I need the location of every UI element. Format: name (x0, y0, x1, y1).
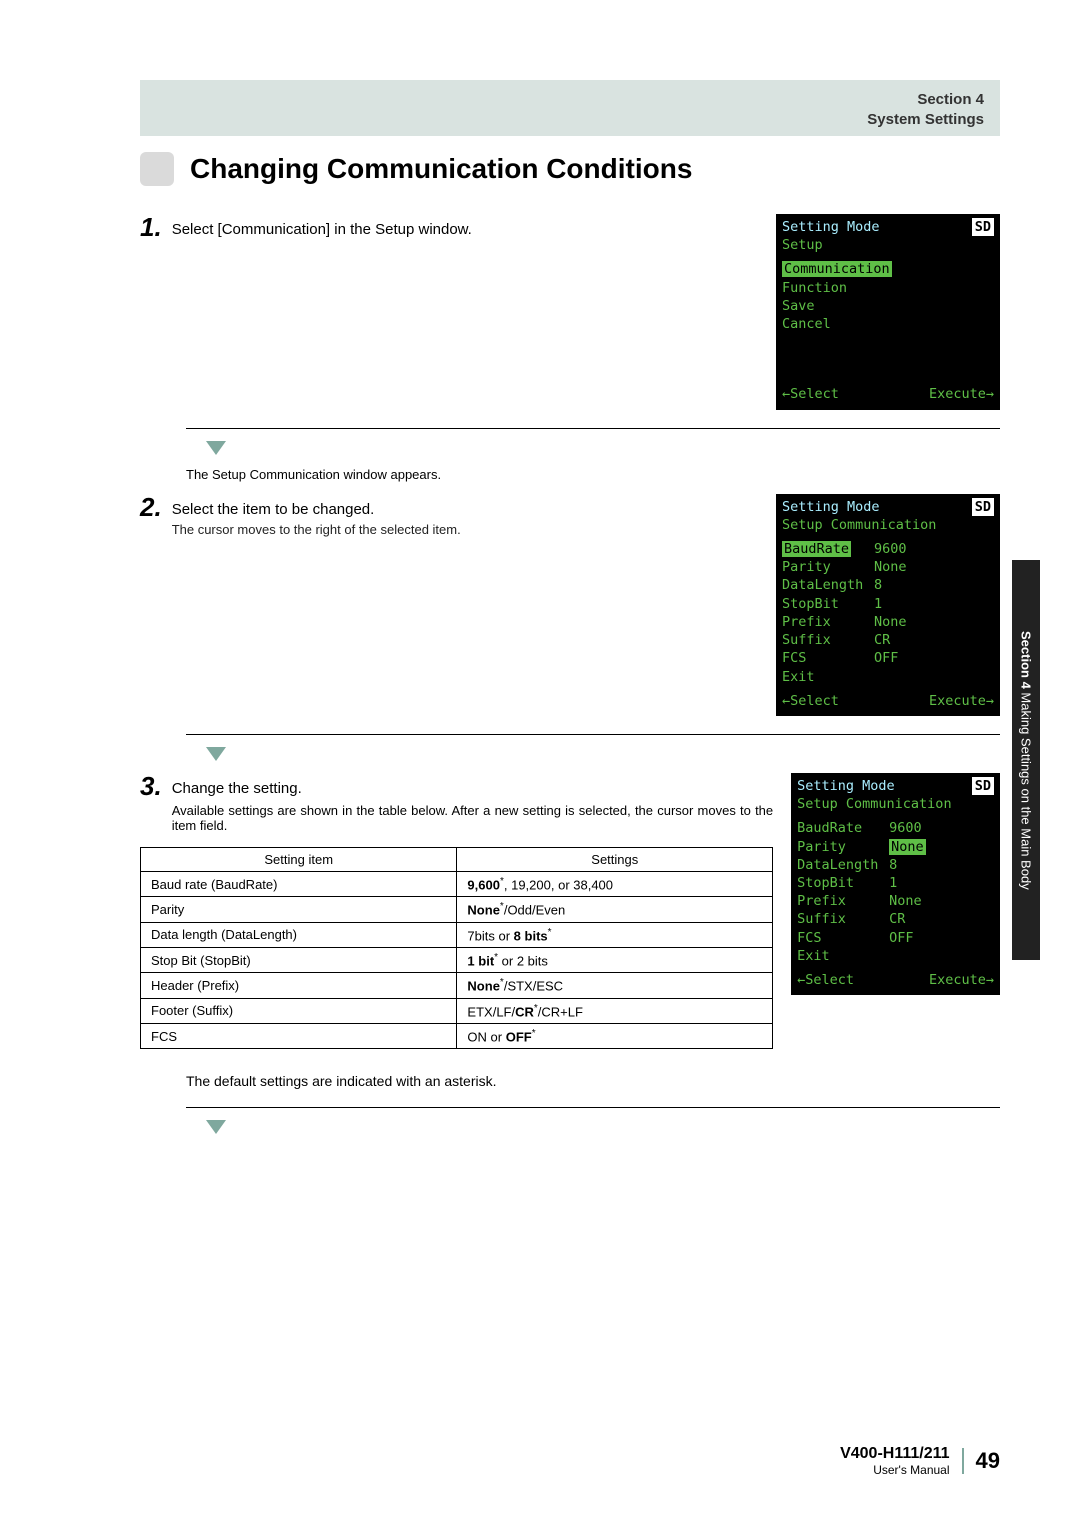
screen1-mode: Setting Mode (782, 218, 880, 236)
screen-kv-row: DataLength8 (797, 856, 994, 874)
sidetab-section: Section 4 (1019, 631, 1034, 689)
step-2: 2. Select the item to be changed. The cu… (140, 494, 758, 537)
step-2-sub: The cursor moves to the right of the sel… (172, 522, 461, 537)
screen3-mode: Setting Mode (797, 777, 895, 795)
table-row: Footer (Suffix)ETX/LF/CR*/CR+LF (141, 998, 773, 1023)
screen-kv-row: BaudRate9600 (782, 540, 994, 558)
screen2-exec: Execute→ (929, 692, 994, 710)
table-cell-item: Stop Bit (StopBit) (141, 947, 457, 972)
sd-badge: SD (972, 498, 994, 516)
table-row: Stop Bit (StopBit)1 bit* or 2 bits (141, 947, 773, 972)
header-band: Section 4 System Settings (140, 80, 1000, 136)
table-cell-settings: None*/Odd/Even (457, 897, 773, 922)
table-cell-item: Parity (141, 897, 457, 922)
default-note: The default settings are indicated with … (186, 1073, 1000, 1089)
screen-kv-row: BaudRate9600 (797, 819, 994, 837)
screen1-menu-item: Save (782, 297, 994, 315)
footer-manual: User's Manual (840, 1463, 949, 1477)
table-h1: Setting item (141, 847, 457, 871)
table-cell-settings: 1 bit* or 2 bits (457, 947, 773, 972)
screen-kv-row: StopBit1 (797, 874, 994, 892)
step-3-desc: Available settings are shown in the tabl… (172, 803, 773, 833)
table-cell-settings: 7bits or 8 bits* (457, 922, 773, 947)
screen3-select: ←Select (797, 971, 854, 989)
down-arrow-icon (206, 747, 226, 761)
table-cell-item: Footer (Suffix) (141, 998, 457, 1023)
screen-kv-row: ParityNone (782, 558, 994, 576)
screen-setup: Setting Mode SD Setup CommunicationFuncti… (776, 214, 1000, 410)
step-1-text: Select [Communication] in the Setup wind… (172, 214, 472, 238)
table-cell-item: Data length (DataLength) (141, 922, 457, 947)
section-number: Section 4 (867, 90, 984, 110)
settings-table: Setting item Settings Baud rate (BaudRat… (140, 847, 773, 1049)
section-info: Section 4 System Settings (867, 90, 984, 131)
screen-kv-row: SuffixCR (797, 910, 994, 928)
step1-result: The Setup Communication window appears. (186, 467, 1000, 482)
down-arrow-icon (206, 441, 226, 455)
step-2-text: Select the item to be changed. (172, 501, 375, 518)
table-row: FCSON or OFF* (141, 1023, 773, 1048)
sd-badge: SD (972, 777, 994, 795)
screen2-select: ←Select (782, 692, 839, 710)
side-tab: Section 4 Making Settings on the Main Bo… (1012, 560, 1040, 960)
step-1-number: 1. (140, 214, 162, 240)
table-cell-settings: 9,600*, 19,200, or 38,400 (457, 871, 773, 896)
page-title: Changing Communication Conditions (190, 153, 692, 185)
title-marker-icon (140, 152, 174, 186)
footer-model: V400-H111/211 (840, 1445, 949, 1463)
table-cell-settings: None*/STX/ESC (457, 973, 773, 998)
footer-page-number: 49 (962, 1448, 1000, 1474)
screen-comm-edit: Setting Mode SD Setup Communication BaudR… (791, 773, 1000, 995)
step-2-number: 2. (140, 494, 162, 520)
table-row: Header (Prefix)None*/STX/ESC (141, 973, 773, 998)
step-3: 3. Change the setting. Available setting… (140, 773, 773, 833)
divider (186, 428, 1000, 429)
screen1-sub: Setup (782, 236, 994, 254)
screen-kv-row: StopBit1 (782, 595, 994, 613)
divider (186, 1107, 1000, 1108)
table-row: ParityNone*/Odd/Even (141, 897, 773, 922)
screen1-menu-item: Cancel (782, 315, 994, 333)
screen-kv-row: PrefixNone (782, 613, 994, 631)
sidetab-text: Making Settings on the Main Body (1019, 688, 1034, 889)
screen1-select: ←Select (782, 385, 839, 403)
screen-comm-select: Setting Mode SD Setup Communication BaudR… (776, 494, 1000, 716)
section-title: System Settings (867, 110, 984, 130)
screen3-exec: Execute→ (929, 971, 994, 989)
table-row: Baud rate (BaudRate)9,600*, 19,200, or 3… (141, 871, 773, 896)
screen-kv-row: Exit (797, 947, 994, 965)
screen2-mode: Setting Mode (782, 498, 880, 516)
table-cell-item: FCS (141, 1023, 457, 1048)
down-arrow-icon (206, 1120, 226, 1134)
screen-kv-row: DataLength8 (782, 576, 994, 594)
screen-kv-row: ParityNone (797, 838, 994, 856)
screen-kv-row: Exit (782, 668, 994, 686)
screen2-sub: Setup Communication (782, 516, 994, 534)
table-row: Data length (DataLength)7bits or 8 bits* (141, 922, 773, 947)
screen-kv-row: PrefixNone (797, 892, 994, 910)
screen1-menu-item: Communication (782, 260, 994, 278)
screen1-exec: Execute→ (929, 385, 994, 403)
table-h2: Settings (457, 847, 773, 871)
title-row: Changing Communication Conditions (140, 152, 1000, 186)
table-cell-settings: ETX/LF/CR*/CR+LF (457, 998, 773, 1023)
screen-kv-row: FCSOFF (797, 929, 994, 947)
table-cell-item: Baud rate (BaudRate) (141, 871, 457, 896)
sd-badge: SD (972, 218, 994, 236)
screen-kv-row: FCSOFF (782, 649, 994, 667)
divider (186, 734, 1000, 735)
step-3-number: 3. (140, 773, 162, 799)
page-footer: V400-H111/211 User's Manual 49 (840, 1445, 1000, 1477)
step-1: 1. Select [Communication] in the Setup w… (140, 214, 758, 240)
screen-kv-row: SuffixCR (782, 631, 994, 649)
step-3-text: Change the setting. (172, 780, 302, 797)
screen1-menu-item: Function (782, 279, 994, 297)
screen3-sub: Setup Communication (797, 795, 994, 813)
table-cell-item: Header (Prefix) (141, 973, 457, 998)
table-cell-settings: ON or OFF* (457, 1023, 773, 1048)
